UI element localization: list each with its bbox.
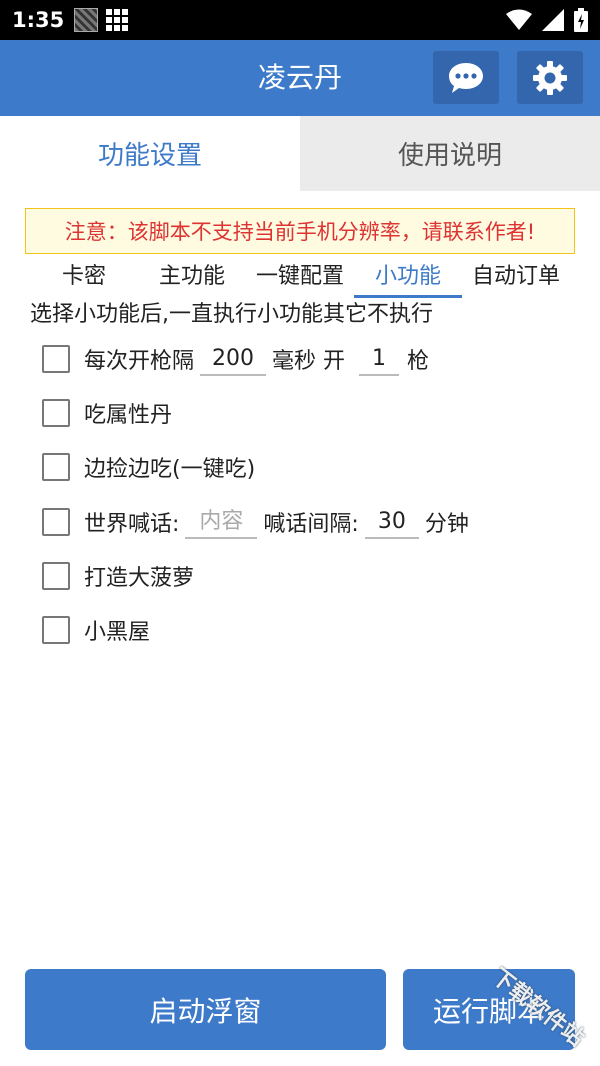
pick-and-eat-checkbox[interactable] [42,453,70,481]
feature-description: 选择小功能后,一直执行小功能其它不执行 [30,302,433,327]
chat-bubble-icon [449,62,483,93]
subtab-one-click-config[interactable]: 一键配置 [250,258,350,298]
run-script-button[interactable]: 运行脚本 [403,969,575,1050]
world-shout-label-c: 分钟 [424,512,469,537]
run-script-label: 运行脚本 [432,994,545,1028]
app-title: 凌云丹 [257,61,342,94]
build-pineapple-checkbox[interactable] [42,562,70,590]
eat-attribute-pill-label: 吃属性丹 [84,403,173,428]
shout-content-input[interactable] [185,505,258,539]
fire-interval-checkbox[interactable] [42,345,70,373]
main-tabs: 功能设置 使用说明 [0,116,600,191]
chat-button[interactable] [433,51,499,104]
gear-icon [533,60,567,95]
black-house-label: 小黑屋 [84,620,151,645]
option-pick-and-eat: 边捡边吃(一键吃) [42,450,255,484]
subtab-auto-order[interactable]: 自动订单 [466,258,566,298]
app-grid-icon [106,9,129,31]
wifi-icon [506,9,532,30]
subtab-small-features[interactable]: 小功能 [354,258,462,298]
tab-instructions[interactable]: 使用说明 [300,116,600,191]
settings-button[interactable] [517,51,583,104]
option-world-shout: 世界喊话: 喊话间隔: 分钟 [42,505,469,539]
tab-feature-settings[interactable]: 功能设置 [0,116,300,191]
option-fire-interval: 每次开枪隔 毫秒 开 枪 [42,342,429,376]
fire-label-b: 毫秒 开 [272,349,346,374]
option-build-pineapple: 打造大菠萝 [42,559,194,593]
world-shout-label-b: 喊话间隔: [263,512,359,537]
shout-interval-input[interactable] [364,505,419,539]
subtab-card-key[interactable]: 卡密 [52,258,116,298]
sub-tabs: 卡密 主功能 一键配置 小功能 自动订单 [0,258,600,300]
black-house-checkbox[interactable] [42,616,70,644]
fire-label-a: 每次开枪隔 [84,349,195,374]
app-bar: 凌云丹 [0,40,600,116]
world-shout-label-a: 世界喊话: [84,512,180,537]
status-bar: 1:35 [0,0,600,40]
fire-label-c: 枪 [407,349,430,374]
battery-icon [574,8,588,32]
status-time: 1:35 [12,8,65,32]
resolution-warning: 注意：该脚本不支持当前手机分辨率，请联系作者! [25,208,575,254]
fire-interval-input[interactable] [200,342,267,376]
option-black-house: 小黑屋 [42,613,150,647]
eat-attribute-pill-checkbox[interactable] [42,399,70,427]
notification-thumbnail-icon [74,8,99,32]
start-float-window-button[interactable]: 启动浮窗 [25,969,386,1050]
fire-count-input[interactable] [359,342,400,376]
pick-and-eat-label: 边捡边吃(一键吃) [84,457,256,482]
world-shout-checkbox[interactable] [42,508,70,536]
signal-icon [542,9,564,31]
build-pineapple-label: 打造大菠萝 [84,566,195,591]
subtab-main-features[interactable]: 主功能 [152,258,232,298]
option-eat-attribute-pill: 吃属性丹 [42,396,172,430]
